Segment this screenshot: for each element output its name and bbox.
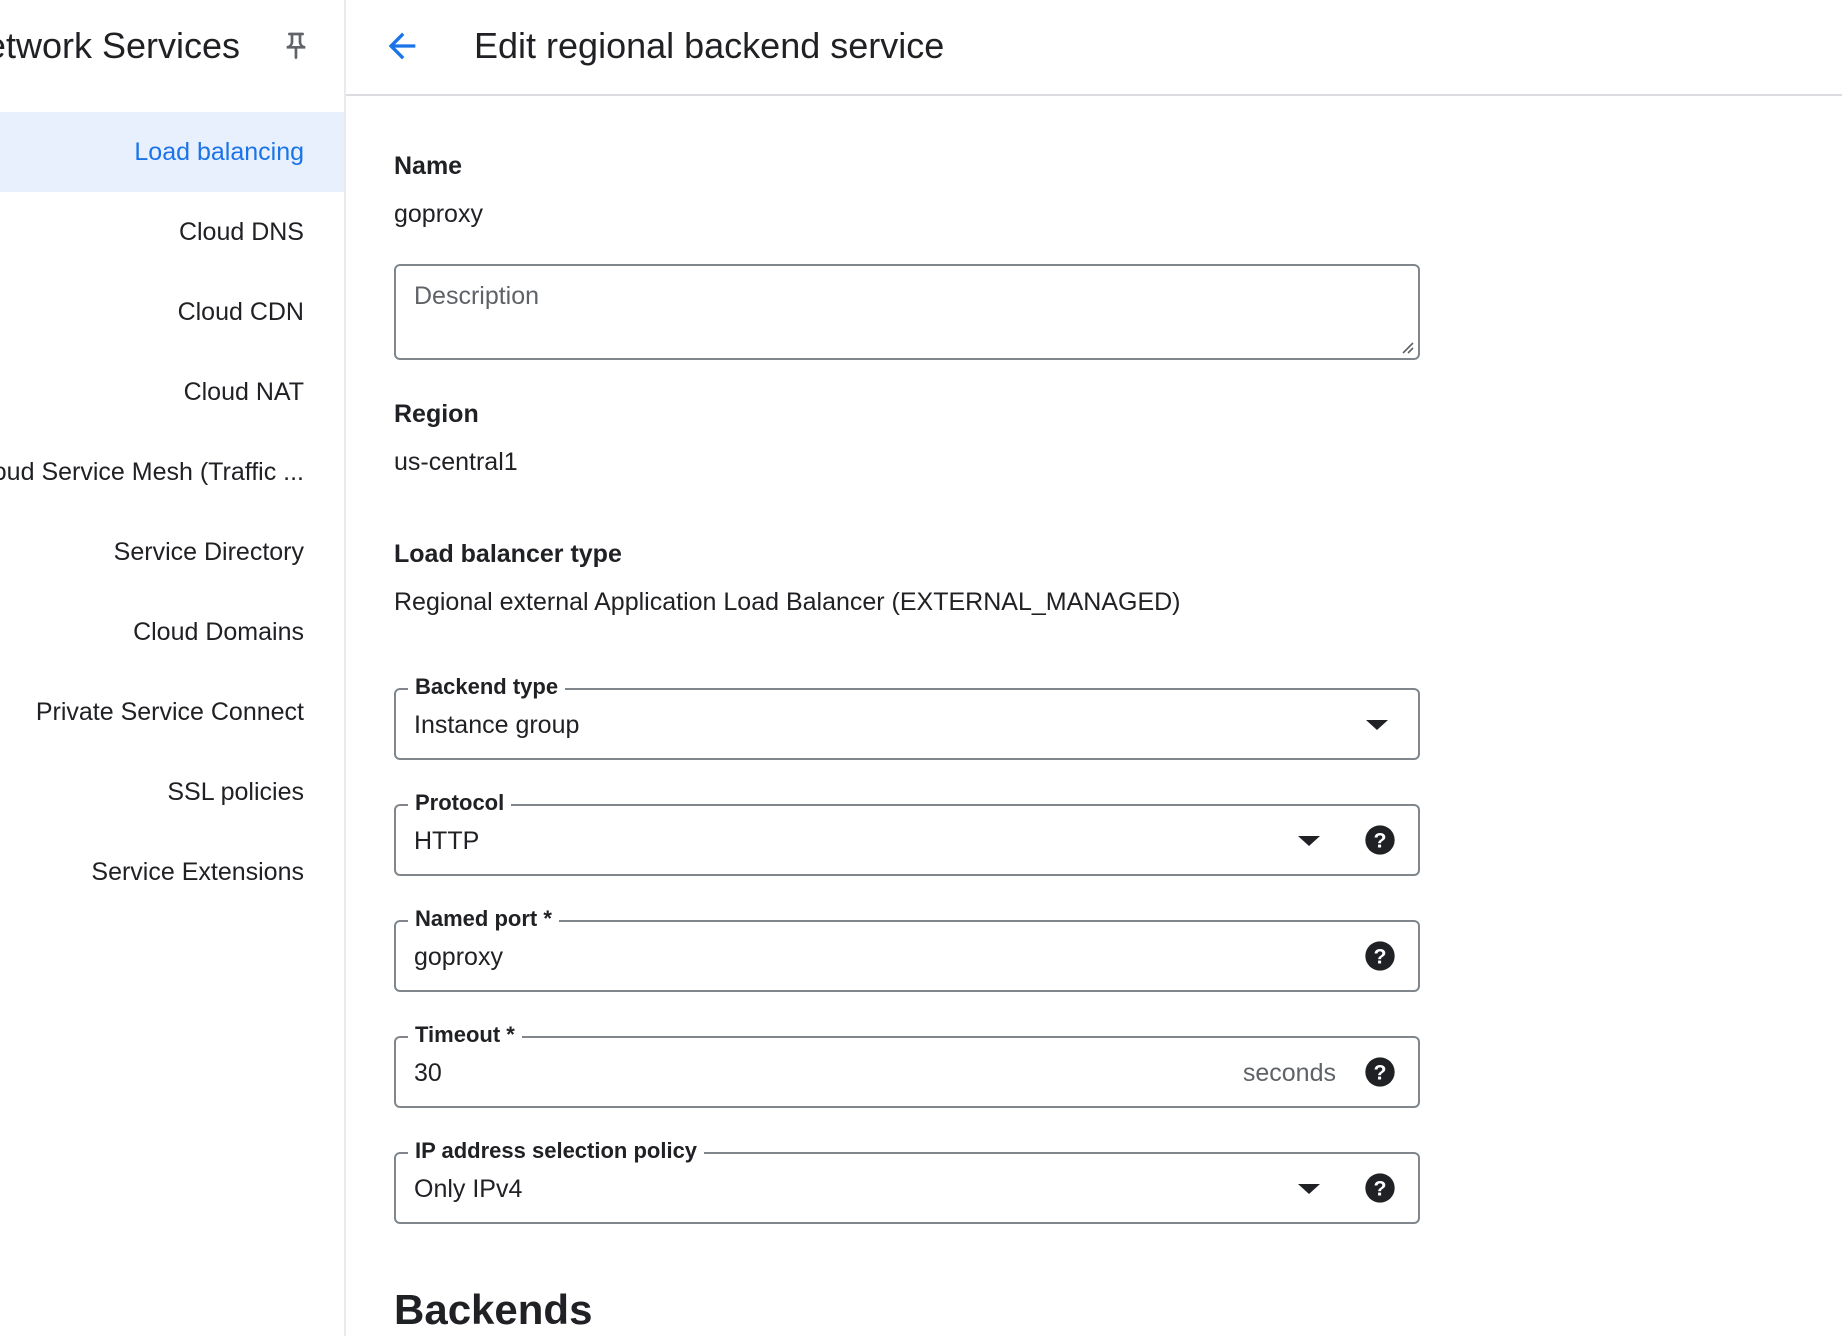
sidebar-item-label: Private Service Connect: [35, 698, 304, 726]
named-port-field[interactable]: Named port * goproxy ?: [394, 904, 1420, 992]
chevron-down-icon[interactable]: [1298, 836, 1320, 846]
chevron-down-icon[interactable]: [1298, 1184, 1320, 1194]
timeout-unit: seconds: [1242, 1059, 1336, 1087]
sidebar-item-label: Cloud Service Mesh (Traffic ...: [0, 458, 304, 486]
page-header: Edit regional backend service: [346, 0, 1842, 96]
svg-text:?: ?: [1373, 944, 1386, 968]
svg-text:?: ?: [1373, 828, 1386, 852]
help-icon[interactable]: ?: [1364, 824, 1396, 856]
protocol-select[interactable]: Protocol HTTP ?: [394, 788, 1420, 876]
timeout-field[interactable]: Timeout * 30 seconds ?: [394, 1020, 1420, 1108]
sidebar-item-label: Service Directory: [113, 538, 304, 566]
sidebar-item-cloud-cdn[interactable]: Cloud CDN: [0, 272, 344, 352]
back-arrow-icon[interactable]: [382, 26, 422, 66]
sidebar-item-label: Load balancing: [134, 138, 304, 166]
sidebar-item-service-extensions[interactable]: Service Extensions: [0, 832, 344, 912]
timeout-label: Timeout *: [408, 1020, 522, 1050]
help-icon[interactable]: ?: [1364, 1172, 1396, 1204]
sidebar-item-label: Cloud DNS: [178, 218, 304, 246]
page-title: Edit regional backend service: [474, 25, 945, 66]
name-value: goproxy: [394, 200, 483, 228]
ip-policy-value: Only IPv4: [414, 1175, 523, 1203]
ip-selection-policy-select[interactable]: IP address selection policy Only IPv4 ?: [394, 1136, 1420, 1224]
sidebar-item-private-service-connect[interactable]: Private Service Connect: [0, 672, 344, 752]
protocol-label: Protocol: [408, 788, 512, 818]
sidebar-item-label: Cloud Domains: [133, 618, 304, 646]
named-port-value[interactable]: goproxy: [414, 940, 503, 974]
region-label: Region: [394, 400, 479, 428]
backend-type-value: Instance group: [414, 711, 580, 739]
resize-handle-icon[interactable]: [1398, 338, 1414, 354]
description-field[interactable]: [394, 264, 1420, 360]
sidebar-item-label: Service Extensions: [91, 858, 304, 886]
name-label: Name: [394, 152, 463, 180]
sidebar-title: Network Services: [0, 25, 240, 66]
pin-icon[interactable]: [280, 28, 312, 64]
ip-policy-label: IP address selection policy: [408, 1136, 705, 1166]
chevron-down-icon[interactable]: [1366, 720, 1388, 730]
sidebar-item-cloud-domains[interactable]: Cloud Domains: [0, 592, 344, 672]
sidebar-item-cloud-nat[interactable]: Cloud NAT: [0, 352, 344, 432]
protocol-value: HTTP: [414, 827, 480, 855]
sidebar-item-load-balancing[interactable]: Load balancing: [0, 112, 344, 192]
svg-text:?: ?: [1373, 1176, 1386, 1200]
description-input[interactable]: [396, 266, 1418, 358]
sidebar-item-label: Cloud NAT: [183, 378, 304, 406]
lb-type-value: Regional external Application Load Balan…: [394, 588, 1181, 616]
named-port-label: Named port *: [408, 904, 559, 934]
sidebar-item-service-directory[interactable]: Service Directory: [0, 512, 344, 592]
backend-type-select[interactable]: Backend type Instance group: [394, 672, 1420, 760]
sidebar-item-label: Cloud CDN: [177, 298, 304, 326]
sidebar-header: Network Services: [0, 0, 344, 94]
sidebar-item-label: SSL policies: [167, 778, 304, 806]
lb-type-label: Load balancer type: [394, 540, 622, 568]
sidebar-item-ssl-policies[interactable]: SSL policies: [0, 752, 344, 832]
sidebar: Network Services Load balancing Cloud DN…: [0, 0, 346, 1336]
timeout-value[interactable]: 30: [414, 1056, 442, 1090]
help-icon[interactable]: ?: [1364, 940, 1396, 972]
svg-text:?: ?: [1373, 1060, 1386, 1084]
region-value: us-central1: [394, 448, 518, 476]
sidebar-item-cloud-service-mesh[interactable]: Cloud Service Mesh (Traffic ...: [0, 432, 344, 512]
backends-heading: Backends: [394, 1286, 593, 1333]
sidebar-item-cloud-dns[interactable]: Cloud DNS: [0, 192, 344, 272]
backend-type-label: Backend type: [408, 672, 566, 702]
help-icon[interactable]: ?: [1364, 1056, 1396, 1088]
